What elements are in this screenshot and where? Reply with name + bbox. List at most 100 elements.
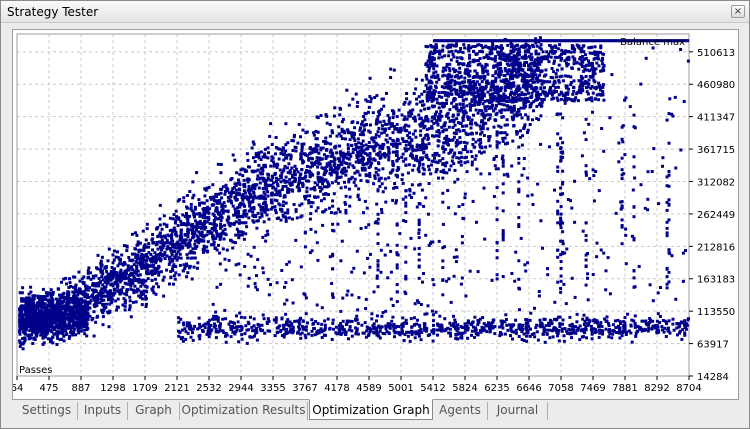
data-point [599, 321, 603, 325]
data-point [134, 300, 138, 304]
data-point [336, 157, 340, 161]
data-point [50, 318, 54, 322]
data-point [191, 338, 195, 342]
data-point [445, 102, 448, 105]
data-point [49, 314, 53, 317]
data-point [187, 242, 191, 246]
data-point [62, 304, 65, 308]
data-point [319, 114, 323, 117]
data-point [294, 209, 298, 213]
data-point [195, 228, 198, 232]
data-point [299, 135, 302, 139]
data-point [423, 107, 426, 111]
data-point [507, 69, 510, 73]
data-point [115, 305, 119, 309]
data-point [86, 271, 90, 275]
data-point [36, 294, 40, 298]
close-icon[interactable]: × [731, 5, 745, 18]
data-point [310, 151, 314, 155]
data-point [664, 335, 668, 338]
data-point [27, 296, 31, 300]
data-point [651, 324, 655, 328]
data-point [395, 324, 399, 328]
data-point [267, 151, 270, 155]
data-point [338, 144, 341, 148]
data-point [156, 247, 160, 251]
data-point [333, 106, 337, 110]
data-point [256, 174, 260, 178]
data-point [59, 301, 63, 305]
data-point [340, 120, 344, 124]
data-point [202, 207, 206, 210]
data-point [325, 185, 329, 189]
data-point [401, 137, 405, 141]
data-point [343, 155, 347, 159]
data-point [155, 282, 159, 286]
data-point [85, 311, 89, 315]
data-point [133, 247, 137, 251]
data-point [179, 220, 183, 223]
data-point [238, 183, 242, 186]
data-point [106, 259, 110, 263]
data-point [18, 328, 22, 332]
data-point [474, 108, 478, 112]
data-point [274, 208, 277, 212]
data-point [210, 328, 214, 332]
data-point [309, 187, 313, 191]
data-point [259, 150, 263, 154]
data-point [663, 319, 667, 323]
data-point [266, 194, 270, 198]
data-point [611, 332, 615, 336]
data-point [101, 315, 105, 319]
data-point [215, 232, 219, 236]
data-point [465, 104, 469, 108]
data-point [646, 329, 650, 333]
data-point [200, 234, 204, 237]
data-point [380, 314, 384, 318]
data-point [392, 326, 396, 330]
data-point [201, 250, 205, 254]
data-point [375, 94, 379, 98]
data-point [347, 103, 351, 107]
data-point [315, 115, 319, 119]
data-point [478, 124, 482, 128]
data-point [237, 187, 241, 191]
data-point [170, 228, 174, 232]
data-point [249, 315, 252, 319]
data-point [363, 321, 367, 325]
data-point [328, 206, 331, 210]
data-point [420, 156, 424, 160]
data-point [82, 328, 86, 332]
data-point [235, 171, 239, 175]
data-point [404, 143, 408, 147]
data-point [240, 221, 243, 225]
data-point [211, 183, 215, 187]
data-point [40, 309, 44, 313]
data-point [144, 245, 148, 249]
data-point [107, 325, 111, 329]
data-point [284, 184, 288, 188]
data-point [261, 166, 264, 170]
data-point [282, 326, 286, 330]
x-tick-label: 6646 [516, 383, 541, 394]
data-point [113, 249, 116, 253]
data-point [389, 67, 393, 71]
data-point [486, 113, 490, 117]
data-point [96, 253, 100, 257]
data-point [523, 123, 527, 127]
data-point [402, 339, 406, 342]
data-point [442, 141, 446, 145]
data-point [93, 305, 97, 309]
data-point [58, 315, 62, 319]
x-tick-label: 2944 [228, 383, 253, 394]
data-point [30, 333, 34, 337]
data-point [101, 311, 105, 315]
data-point [391, 168, 395, 172]
data-point [225, 186, 229, 190]
data-point [197, 222, 201, 226]
data-point [382, 119, 386, 123]
data-point [667, 319, 671, 323]
data-point [441, 146, 445, 150]
data-point [649, 318, 652, 322]
optimization-chart[interactable]: 510613 460980 411347 361715 312082 262449 2128… [12, 29, 739, 400]
